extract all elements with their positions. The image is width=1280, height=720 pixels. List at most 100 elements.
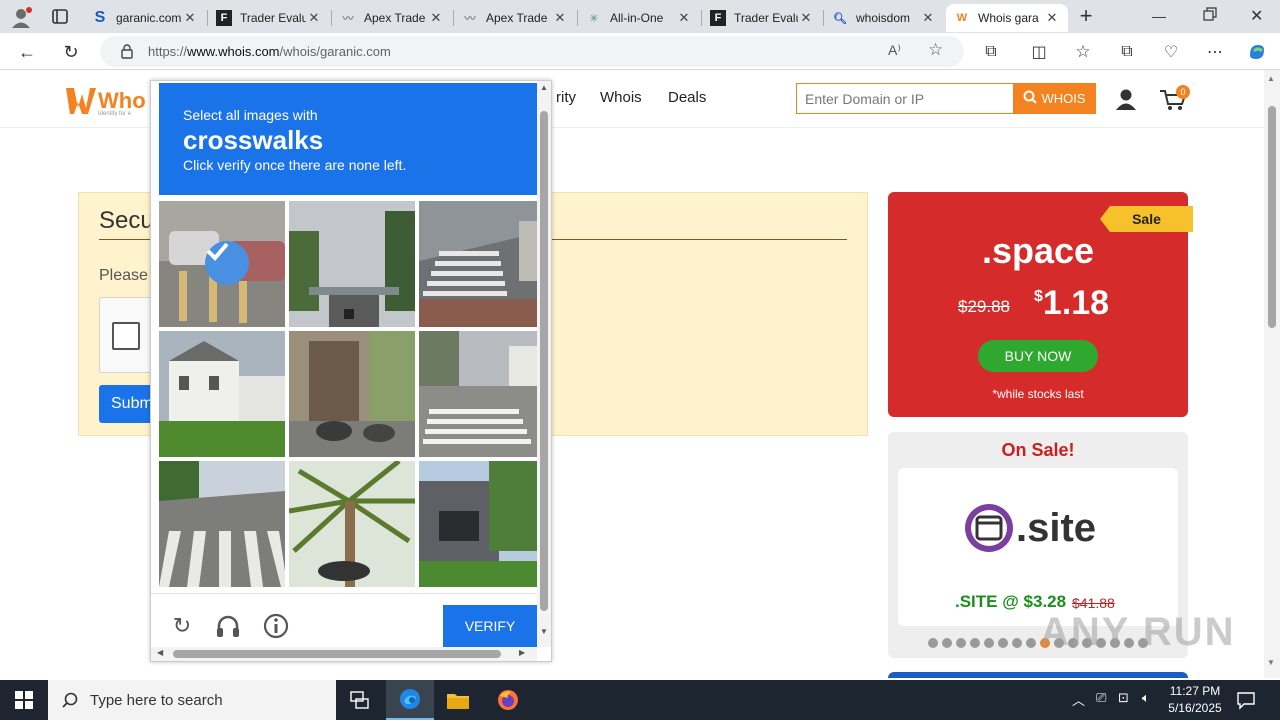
carousel-dot[interactable] [1012,638,1022,648]
captcha-tile-7[interactable] [159,461,285,587]
domain-search-input[interactable]: Enter Domain or IP [796,83,1014,114]
nav-deals[interactable]: Deals [668,89,706,106]
buy-now-button[interactable]: BUY NOW [978,340,1098,372]
url-text[interactable]: https://www.whois.com/whois/garanic.com [148,44,391,59]
carousel-dot[interactable] [998,638,1008,648]
new-tab-icon[interactable]: + [1074,4,1098,28]
account-icon[interactable] [1114,87,1138,111]
tray-chevron-icon[interactable]: ︿ [1072,690,1085,709]
captcha-tile-3[interactable] [419,201,545,327]
captcha-header: Select all images with crosswalks Click … [159,83,537,195]
minimize-icon[interactable]: — [1152,8,1166,24]
carousel-dot[interactable] [1026,638,1036,648]
page-scrollbar[interactable]: ▲ ▼ [1264,70,1280,678]
tab-garanic[interactable]: S garanic.com ✕ [84,4,206,32]
captcha-tile-1[interactable] [159,201,285,327]
close-tab-icon[interactable]: ✕ [1044,10,1060,26]
reload-challenge-icon[interactable]: ↻ [167,611,197,641]
edge-taskbar-icon[interactable] [386,680,434,720]
captcha-tile-5[interactable] [289,331,415,457]
next-promo-card [888,672,1188,678]
tab-all-in-one[interactable]: ✳ All-in-One ✕ [578,4,700,32]
profile-avatar-icon[interactable] [8,5,34,29]
captcha-checkbox[interactable] [112,322,140,350]
extensions-icon[interactable]: ⧉ [976,37,1006,67]
nav-security[interactable]: rity [556,89,576,106]
promo-space-old-price: $29.88 [958,297,1010,316]
close-tab-icon[interactable]: ✕ [798,10,814,26]
windows-logo-icon [15,691,33,709]
verify-button[interactable]: VERIFY [443,605,537,647]
more-menu-icon[interactable]: ⋯ [1200,37,1230,67]
browser-essentials-icon[interactable]: ♡ [1156,37,1186,67]
close-tab-icon[interactable]: ✕ [552,10,568,26]
sale-badge: Sale [1100,206,1193,232]
address-bar[interactable]: https://www.whois.com/whois/garanic.com … [100,36,964,67]
carousel-dot[interactable] [970,638,980,648]
refresh-icon[interactable]: ↻ [56,37,86,67]
wifi-network-icon[interactable]: ⊡ [1118,690,1129,706]
cart-icon[interactable]: 0 [1158,85,1190,113]
captcha-horizontal-scrollbar[interactable]: ◀ ▶ [151,647,537,661]
carousel-dot[interactable] [956,638,966,648]
carousel-dot[interactable] [984,638,994,648]
browser-toolbar: ← ↻ https://www.whois.com/whois/garanic.… [0,33,1280,70]
favorites-icon[interactable]: ☆ [1068,37,1098,67]
tab-trader-evaluation-1[interactable]: F Trader Evalu ✕ [208,4,330,32]
tab-whoisdom[interactable]: 🔍︎ whoisdom ✕ [824,4,944,32]
taskbar-clock[interactable]: 11:27 PM 5/16/2025 [1164,683,1226,717]
close-tab-icon[interactable]: ✕ [182,10,198,26]
security-title: Secu [99,207,154,234]
tab-whois-garanic[interactable]: W Whois gara ✕ [946,4,1068,32]
whois-search-button[interactable]: WHOIS [1013,83,1096,114]
captcha-tile-6[interactable] [419,331,545,457]
info-icon[interactable] [261,611,291,641]
close-tab-icon[interactable]: ✕ [306,10,322,26]
start-button[interactable] [0,680,48,720]
nav-whois[interactable]: Whois [600,89,642,106]
ftmo-icon: F [216,10,232,26]
close-tab-icon[interactable]: ✕ [920,10,936,26]
stock-note: *while stocks last [992,387,1084,401]
taskbar-search[interactable]: Type here to search [48,680,336,720]
notifications-icon[interactable] [1236,690,1256,710]
back-icon[interactable]: ← [12,37,42,67]
audio-challenge-icon[interactable] [213,611,243,641]
captcha-horizontal-thumb[interactable] [173,650,501,658]
tab-apex-2[interactable]: 〰 Apex Trade ✕ [454,4,576,32]
lock-icon[interactable] [120,43,134,59]
tab-apex-1[interactable]: 〰 Apex Trade ✕ [332,4,452,32]
tab-actions-icon[interactable] [48,6,72,28]
apex-icon: 〰 [464,13,476,25]
captcha-vertical-scrollbar[interactable]: ▲ ▼ [537,81,551,647]
close-tab-icon[interactable]: ✕ [428,10,444,26]
spark-icon: ✳ [589,12,599,25]
captcha-vertical-thumb[interactable] [540,111,548,611]
captcha-target: crosswalks [183,125,324,155]
volume-icon[interactable]: 🔈︎ [1142,690,1150,706]
captcha-tile-4[interactable] [159,331,285,457]
task-view-icon[interactable] [336,680,384,720]
browser-tab-strip: S garanic.com ✕ F Trader Evalu ✕ 〰 Apex … [0,0,1280,33]
favorite-star-icon[interactable]: ☆ [928,40,943,60]
collections-icon[interactable]: ⧉ [1112,37,1142,67]
network-usb-icon[interactable]: ⎚ [1096,690,1106,706]
close-window-icon[interactable]: ✕ [1250,6,1263,26]
copilot-icon[interactable] [1242,37,1272,67]
carousel-dot[interactable] [942,638,952,648]
read-aloud-icon[interactable]: A⁾ [888,42,901,59]
captcha-tile-9[interactable] [419,461,545,587]
page-scrollbar-thumb[interactable] [1268,106,1276,328]
svg-text:Identity for e: Identity for e [98,111,132,116]
split-screen-icon[interactable]: ◫ [1024,37,1054,67]
captcha-tile-8[interactable] [289,461,415,587]
restore-icon[interactable] [1202,6,1218,22]
file-explorer-icon[interactable] [434,680,482,720]
captcha-tile-2[interactable] [289,201,415,327]
apex-icon: 〰 [342,13,354,25]
close-tab-icon[interactable]: ✕ [676,10,692,26]
carousel-dot[interactable] [928,638,938,648]
tab-trader-evaluation-2[interactable]: F Trader Evalu ✕ [702,4,822,32]
whois-logo[interactable]: Who Identity for e [62,82,154,117]
firefox-icon[interactable] [484,680,532,720]
